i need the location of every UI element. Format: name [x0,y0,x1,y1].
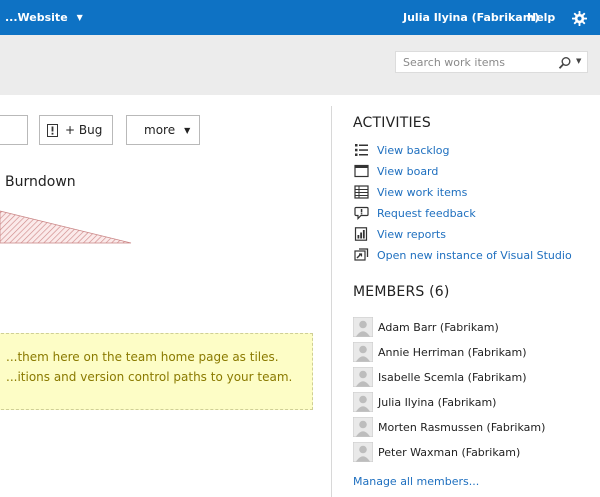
more-button[interactable]: more ▼ [126,115,200,145]
project-selector[interactable]: ...Website ▼ [5,11,83,24]
new-work-item-button[interactable] [0,115,28,145]
add-bug-button[interactable]: + Bug [39,115,113,145]
view-work-items-link[interactable]: View work items [354,184,467,200]
request-feedback-link[interactable]: Request feedback [354,205,476,221]
avatar [353,317,373,337]
work-items-icon [354,185,369,199]
activities-heading: ACTIVITIES [353,115,431,131]
chevron-down-icon: ▼ [184,125,191,135]
activity-label: View board [377,164,439,178]
tile-tip-box: ...them here on the team home page as ti… [0,333,313,410]
help-link[interactable]: Help [527,11,555,24]
search-work-items-input[interactable]: Search work items ▼ [395,51,588,73]
top-navigation-bar: ...Website ▼ Julia Ilyina (Fabrikam) Hel… [0,0,600,35]
user-name-link[interactable]: Julia Ilyina (Fabrikam) [403,11,539,24]
burndown-title: Burndown [5,174,76,190]
member-name: Julia Ilyina (Fabrikam) [378,395,497,409]
member-item[interactable]: Julia Ilyina (Fabrikam) [353,391,496,413]
gear-icon[interactable] [572,11,587,26]
avatar [353,417,373,437]
bug-icon [47,123,58,137]
member-name: Annie Herriman (Fabrikam) [378,345,527,359]
member-name: Adam Barr (Fabrikam) [378,320,499,334]
feedback-icon [354,206,369,220]
view-reports-link[interactable]: View reports [354,226,446,242]
search-band: Search work items ▼ [0,35,600,95]
panel-divider [331,106,332,497]
board-icon [354,164,369,178]
burndown-remaining-area [0,210,132,244]
view-board-link[interactable]: View board [354,163,438,179]
members-heading: MEMBERS (6) [353,284,450,300]
tip-line-1: ...them here on the team home page as ti… [6,350,279,364]
view-backlog-link[interactable]: View backlog [354,142,450,158]
avatar [353,367,373,387]
avatar [353,442,373,462]
search-placeholder: Search work items [403,56,505,69]
open-visual-studio-link[interactable]: Open new instance of Visual Studio [354,247,572,263]
member-item[interactable]: Morten Rasmussen (Fabrikam) [353,416,545,438]
chevron-down-icon: ▼ [76,13,83,22]
member-item[interactable]: Annie Herriman (Fabrikam) [353,341,527,363]
activity-label: View work items [377,185,468,199]
burndown-chart[interactable] [0,207,135,247]
activity-label: Open new instance of Visual Studio [377,248,572,262]
avatar [353,342,373,362]
activity-label: View reports [377,227,446,241]
activity-label: View backlog [377,143,450,157]
member-item[interactable]: Adam Barr (Fabrikam) [353,316,499,338]
more-label: more [144,123,176,137]
manage-all-members-link[interactable]: Manage all members... [353,475,479,488]
member-item[interactable]: Isabelle Scemla (Fabrikam) [353,366,526,388]
member-name: Peter Waxman (Fabrikam) [378,445,521,459]
search-options-chevron-icon[interactable]: ▼ [576,57,581,65]
activity-label: Request feedback [377,206,476,220]
member-name: Isabelle Scemla (Fabrikam) [378,370,527,384]
reports-icon [354,227,368,241]
project-name: ...Website [5,11,68,24]
member-name: Morten Rasmussen (Fabrikam) [378,420,546,434]
search-icon[interactable] [558,56,572,70]
avatar [353,392,373,412]
member-item[interactable]: Peter Waxman (Fabrikam) [353,441,520,463]
backlog-list-icon [355,144,368,156]
add-bug-label: + Bug [65,123,103,137]
tip-line-2: ...itions and version control paths to y… [6,370,293,384]
visual-studio-icon [354,248,369,261]
